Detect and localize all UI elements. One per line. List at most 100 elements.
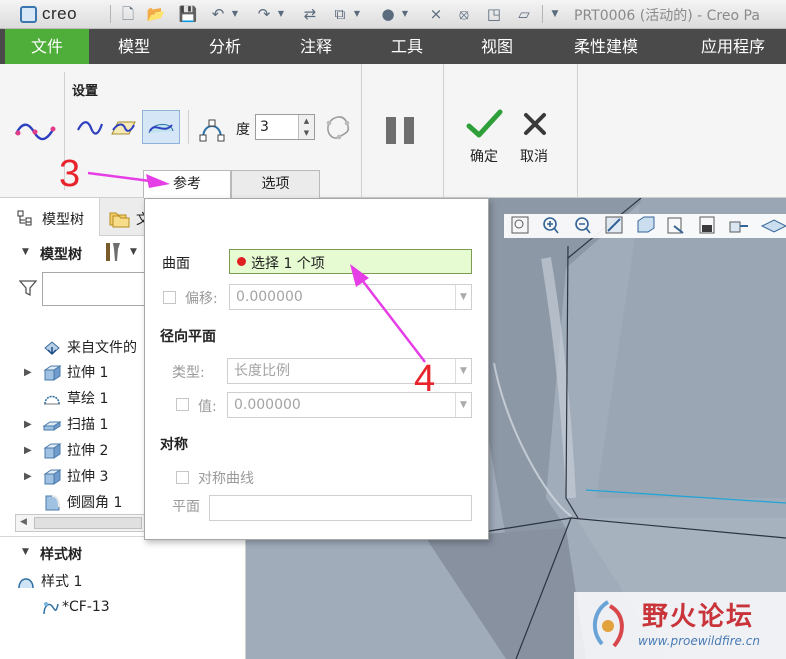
filter-icon[interactable]: [19, 279, 37, 297]
curve-on-surface-button[interactable]: [142, 110, 180, 144]
redo-icon[interactable]: ↷: [254, 4, 274, 24]
surface-collector[interactable]: 选择 1 个项: [229, 249, 472, 274]
closed-curve-icon[interactable]: [323, 115, 353, 143]
perspective-icon[interactable]: [729, 221, 748, 233]
control-point-icon[interactable]: [198, 114, 226, 142]
tree-settings-icon[interactable]: [101, 240, 125, 264]
appearance-dropdown-icon[interactable]: ▼: [400, 4, 410, 24]
plane-collector[interactable]: [209, 495, 472, 521]
expand-arrow-icon[interactable]: ▶: [24, 471, 38, 482]
ribbon-divider: [361, 64, 362, 198]
style-tree-header: 样式树: [40, 547, 82, 563]
value-field[interactable]: 0.000000 ▼: [227, 392, 472, 418]
tree-item-import[interactable]: 来自文件的: [24, 336, 137, 358]
new-file-icon[interactable]: 🗋: [118, 4, 138, 24]
zoom-out-icon[interactable]: [575, 217, 591, 234]
tab-folder-browser[interactable]: 文: [100, 198, 150, 236]
appearance-icon[interactable]: ●: [378, 4, 398, 24]
tree-item-extrude-1[interactable]: ▶ 拉伸 1: [24, 361, 108, 383]
symmetry-header: 对称: [160, 437, 188, 453]
windows-icon[interactable]: ⧉: [330, 4, 350, 24]
degree-down-icon[interactable]: ▼: [298, 127, 314, 139]
degree-value: 3: [260, 119, 269, 135]
view-manager-icon[interactable]: [699, 216, 715, 234]
redo-dropdown-icon[interactable]: ▼: [276, 4, 286, 24]
dashboard-ribbon: 设置 度 3 ▲ ▼ 确定 取消 参考 选项: [0, 64, 786, 198]
offset-field[interactable]: 0.000000 ▼: [229, 284, 472, 310]
tab-flexible-modeling[interactable]: 柔性建模: [560, 29, 652, 64]
degree-stepper[interactable]: 3 ▲ ▼: [255, 114, 315, 140]
creo-logo[interactable]: creo: [20, 3, 77, 25]
windows-dropdown-icon[interactable]: ▼: [352, 4, 362, 24]
tab-tools[interactable]: 工具: [372, 29, 442, 64]
undo-dropdown-icon[interactable]: ▼: [230, 4, 240, 24]
type-select[interactable]: 长度比例 ▼: [227, 358, 472, 384]
expand-arrow-icon[interactable]: ▶: [24, 445, 38, 456]
spin-center-icon[interactable]: ⦻: [454, 4, 474, 24]
style-item-style-1[interactable]: 样式 1: [16, 570, 82, 592]
tree-item-label: 来自文件的: [67, 340, 137, 356]
cancel-x-icon[interactable]: [522, 111, 548, 137]
degree-up-icon[interactable]: ▲: [298, 115, 314, 127]
tab-model-tree[interactable]: 模型树: [0, 198, 100, 236]
tab-file[interactable]: 文件: [5, 29, 89, 64]
expand-arrow-icon[interactable]: ▶: [24, 367, 38, 378]
symmetric-curve-checkbox[interactable]: [176, 471, 189, 484]
style-item-cf-13[interactable]: *CF-13: [40, 596, 110, 618]
planar-curve-icon[interactable]: [109, 116, 137, 140]
creo-cube-icon: [20, 5, 37, 23]
collapse-tree-icon[interactable]: ▼: [22, 247, 29, 257]
regenerate-icon[interactable]: ⇄: [300, 4, 320, 24]
collector-text: 选择 1 个项: [251, 256, 325, 272]
ok-checkmark-icon[interactable]: [466, 108, 504, 140]
tree-item-sweep-1[interactable]: ▶ 扫描 1: [24, 413, 108, 435]
open-file-icon[interactable]: 📂: [146, 4, 166, 24]
save-icon[interactable]: 💾: [178, 4, 198, 24]
tree-horizontal-scrollbar[interactable]: ◀: [15, 514, 165, 532]
watermark-logo-icon: [592, 600, 624, 648]
sketch-plane-icon[interactable]: ▱: [514, 4, 534, 24]
repaint-icon[interactable]: [605, 216, 623, 234]
tab-references[interactable]: 参考: [143, 170, 231, 198]
close-window-icon[interactable]: ⨯: [426, 4, 446, 24]
scrollbar-thumb[interactable]: [34, 517, 142, 529]
expand-arrow-icon[interactable]: ▶: [24, 419, 38, 430]
settings-group-label: 设置: [72, 84, 99, 99]
zoom-in-icon[interactable]: [543, 217, 559, 234]
ok-label[interactable]: 确定: [470, 146, 498, 166]
tree-item-extrude-2[interactable]: ▶ 拉伸 2: [24, 439, 108, 461]
scroll-left-icon[interactable]: ◀: [20, 517, 27, 527]
customize-qat-icon[interactable]: ▼: [548, 4, 562, 24]
tree-item-extrude-3[interactable]: ▶ 拉伸 3: [24, 465, 108, 487]
tree-search-input[interactable]: [42, 272, 146, 306]
offset-checkbox[interactable]: [163, 291, 176, 304]
required-dot-icon: [237, 257, 246, 266]
tree-item-label: 倒圆角 1: [67, 495, 123, 511]
tab-view[interactable]: 视图: [462, 29, 532, 64]
tab-annotate[interactable]: 注释: [281, 29, 351, 64]
tree-item-label: 拉伸 1: [67, 365, 109, 381]
collapse-style-tree-icon[interactable]: ▼: [22, 547, 29, 557]
offset-dropdown-icon[interactable]: ▼: [455, 285, 471, 309]
value-checkbox[interactable]: [176, 398, 189, 411]
display-style-icon[interactable]: [637, 216, 655, 233]
pause-icon[interactable]: [386, 117, 396, 144]
tab-analysis[interactable]: 分析: [190, 29, 260, 64]
tab-options[interactable]: 选项: [231, 170, 320, 198]
tree-settings-dropdown-icon[interactable]: ▼: [130, 247, 137, 257]
tab-model[interactable]: 模型: [99, 29, 169, 64]
watermark-url: www.proewildfire.cn: [638, 634, 760, 648]
free-curve-icon[interactable]: [76, 116, 104, 140]
undo-icon[interactable]: ↶: [208, 4, 228, 24]
saved-orientations-icon[interactable]: [667, 217, 684, 234]
cancel-label[interactable]: 取消: [520, 146, 548, 166]
ribbon-divider: [188, 110, 189, 144]
tree-item-sketch-1[interactable]: 草绘 1: [24, 387, 108, 409]
tree-item-round-1[interactable]: 倒圆角 1: [24, 491, 122, 513]
tab-applications[interactable]: 应用程序: [688, 29, 778, 64]
type-dropdown-icon[interactable]: ▼: [455, 359, 471, 383]
datum-display-icon[interactable]: [760, 219, 786, 233]
refit-icon[interactable]: [511, 216, 529, 234]
datum-plane-icon[interactable]: ◳: [484, 4, 504, 24]
value-dropdown-icon[interactable]: ▼: [455, 393, 471, 417]
